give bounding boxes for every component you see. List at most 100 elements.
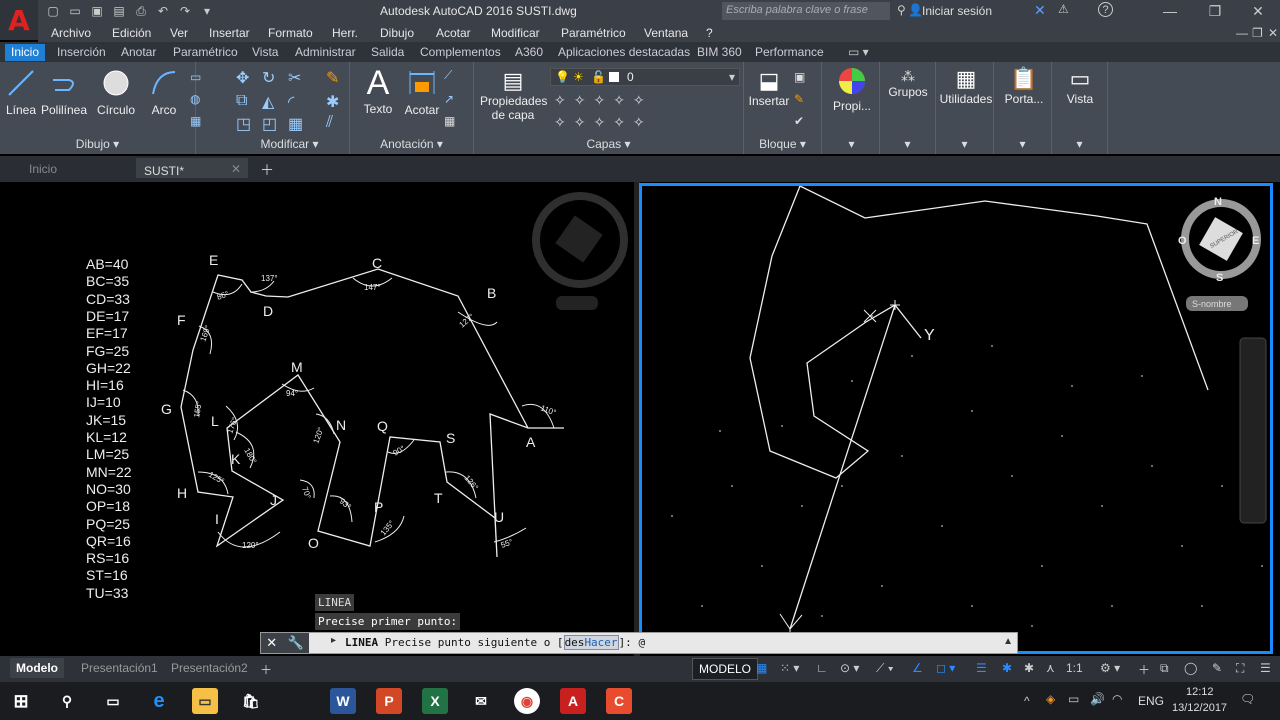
tab-complementos[interactable]: Complementos <box>420 45 501 59</box>
tab-parametrico[interactable]: Paramétrico <box>173 45 238 59</box>
menu-herr[interactable]: Herr. <box>332 26 358 40</box>
offset-icon[interactable]: ⫽ <box>326 114 333 132</box>
menu-parametrico[interactable]: Paramétrico <box>561 26 626 40</box>
isodraft-icon[interactable]: ⟋ ▾ <box>870 658 900 679</box>
close-command-icon[interactable]: ✕ <box>266 635 277 651</box>
navigation-bar[interactable] <box>1239 337 1267 524</box>
arc-tool[interactable]: Arco <box>144 68 184 117</box>
copy-icon[interactable]: ⧉ <box>236 92 247 110</box>
panel-utilities[interactable]: ▦ Utilidades ▾ <box>936 62 994 154</box>
windows-start-icon[interactable]: ⊞ <box>8 688 34 714</box>
tab-modelo[interactable]: Modelo <box>10 658 64 678</box>
command-prompt[interactable]: LINEA Precise punto siguiente o [desHace… <box>345 635 645 650</box>
clock-time[interactable]: 12:12 <box>1186 686 1214 698</box>
workspace-gear-icon[interactable]: ⚙ ▾ <box>1094 658 1126 678</box>
tab-performance[interactable]: Performance <box>755 45 824 59</box>
leader-icon[interactable]: ⟋ <box>444 68 452 83</box>
edge-icon[interactable]: e <box>146 688 172 714</box>
undo-icon[interactable]: ↶ <box>154 3 172 19</box>
menu-acotar[interactable]: Acotar <box>436 26 471 40</box>
connect-icon[interactable]: ⚠ <box>1058 2 1069 16</box>
command-line[interactable]: ✕ 🔧 ▸ LINEA Precise punto siguiente o [d… <box>260 632 1018 654</box>
menu-help[interactable]: ? <box>706 26 713 40</box>
stretch-icon[interactable]: ◳ <box>236 114 251 134</box>
menu-edicion[interactable]: Edición <box>112 26 151 40</box>
clock-date[interactable]: 13/12/2017 <box>1172 702 1227 714</box>
option-undo[interactable]: desHacer <box>563 635 619 650</box>
array-icon[interactable]: ▦ <box>288 114 303 134</box>
autocad-taskbar-icon[interactable]: A <box>560 688 586 714</box>
object-snap-icon[interactable]: ◻ ▾ <box>930 658 961 678</box>
recorder-icon[interactable]: C <box>606 688 632 714</box>
menu-dibujo[interactable]: Dibujo <box>380 26 414 40</box>
viewport-left[interactable]: A B C D E F G H I J K L M N O P Q S T U … <box>0 182 634 656</box>
panel-properties[interactable]: Propi... ▾ <box>824 62 880 154</box>
units-icon[interactable]: ⧉ <box>1154 658 1175 679</box>
mirror-icon[interactable]: ◭ <box>262 92 274 112</box>
command-expand-icon[interactable]: ▲ <box>1003 636 1013 647</box>
tab-a360[interactable]: A360 <box>515 45 543 59</box>
binoculars-icon[interactable]: ⚲ <box>897 3 906 17</box>
ortho-icon[interactable]: ∟ <box>810 658 834 678</box>
create-block-icon[interactable]: ▣ <box>794 70 805 84</box>
tab-start[interactable]: Inicio <box>29 162 57 176</box>
excel-icon[interactable]: X <box>422 688 448 714</box>
snap-icon[interactable]: ⁙ ▾ <box>774 658 805 678</box>
language-indicator[interactable]: ENG <box>1138 694 1164 708</box>
fullscreen-icon[interactable]: ⛶ <box>1230 658 1250 679</box>
insert-block-button[interactable]: ⬓ Insertar <box>746 68 792 108</box>
tray-app-icon[interactable]: ◈ <box>1046 692 1055 706</box>
rotate-icon[interactable]: ↻ <box>262 68 275 88</box>
tab-presentacion2[interactable]: Presentación2 <box>165 658 254 678</box>
trim-icon[interactable]: ✂ <box>288 68 301 88</box>
erase-icon[interactable]: ✎ <box>326 68 339 88</box>
doc-restore-icon[interactable]: ❐ <box>1252 26 1263 40</box>
customize-icon[interactable]: 🔧 <box>288 635 304 651</box>
tab-anotar[interactable]: Anotar <box>121 45 156 59</box>
model-space-button[interactable]: MODELO <box>692 658 759 680</box>
dimension-tool[interactable]: Acotar <box>400 68 444 117</box>
menu-modificar[interactable]: Modificar <box>491 26 540 40</box>
tab-aplicaciones[interactable]: Aplicaciones destacadas <box>558 45 690 59</box>
volume-icon[interactable]: 🔊 <box>1090 692 1105 706</box>
autoscale-icon[interactable]: ✱ <box>1018 658 1040 678</box>
maximize-button[interactable]: ❐ <box>1200 3 1230 20</box>
signin-button[interactable]: Iniciar sesión <box>922 4 992 18</box>
object-snap-tracking-icon[interactable]: ∠ <box>906 658 929 678</box>
panel-title-anotacion[interactable]: Anotación ▾ <box>350 137 473 151</box>
panel-title-modificar[interactable]: Modificar ▾ <box>230 137 349 151</box>
layer-dropdown[interactable]: 💡 ☀ 🔓 0 ▾ <box>550 68 740 86</box>
customize-status-icon[interactable]: ☰ <box>1254 658 1277 678</box>
lineweight-icon[interactable]: ☰ <box>970 658 993 678</box>
panel-title-bloque[interactable]: Bloque ▾ <box>744 137 821 151</box>
tab-insercion[interactable]: Inserción <box>57 45 106 59</box>
hatch-icon[interactable]: ◍ <box>190 92 200 106</box>
close-button[interactable]: ✕ <box>1243 3 1273 20</box>
redo-icon[interactable]: ↷ <box>176 3 194 19</box>
exchange-icon[interactable]: ✕ <box>1034 2 1046 19</box>
circle-tool[interactable]: Círculo <box>94 68 138 117</box>
viewcube-right[interactable]: N S E O SUPERIOR S-nombre <box>1178 196 1261 311</box>
file-explorer-icon[interactable]: ▭ <box>192 688 218 714</box>
tray-power-icon[interactable]: ▭ <box>1068 692 1079 706</box>
open-file-icon[interactable]: ▭ <box>66 3 84 19</box>
help-icon[interactable]: ? <box>1098 2 1113 17</box>
quick-properties-icon[interactable]: ◯ <box>1178 658 1203 678</box>
crosshair-plus-icon[interactable]: ＋ <box>1132 658 1156 681</box>
menu-archivo[interactable]: Archivo <box>51 26 91 40</box>
viewport-right[interactable]: Y N S E O SUPERIOR S-nombre <box>639 183 1273 654</box>
layer-tools-row-2[interactable]: ✧✧✧✧✧ <box>554 114 653 131</box>
rectangle-icon[interactable]: ▭ <box>190 70 201 84</box>
doc-close-icon[interactable]: ✕ <box>1268 26 1278 40</box>
save-icon[interactable]: ▣ <box>88 3 106 19</box>
scale-icon[interactable]: ◰ <box>262 114 277 134</box>
tab-inicio[interactable]: Inicio <box>5 44 46 61</box>
panel-groups[interactable]: ⁂ Grupos ▾ <box>880 62 936 154</box>
tab-administrar[interactable]: Administrar <box>295 45 356 59</box>
word-icon[interactable]: W <box>330 688 356 714</box>
polyline-tool[interactable]: Polilínea <box>40 68 88 117</box>
menu-formato[interactable]: Formato <box>268 26 313 40</box>
wcs-menu[interactable]: S-nombre <box>1192 299 1232 309</box>
wifi-icon[interactable]: ◠ <box>1112 692 1122 706</box>
tab-salida[interactable]: Salida <box>371 45 404 59</box>
